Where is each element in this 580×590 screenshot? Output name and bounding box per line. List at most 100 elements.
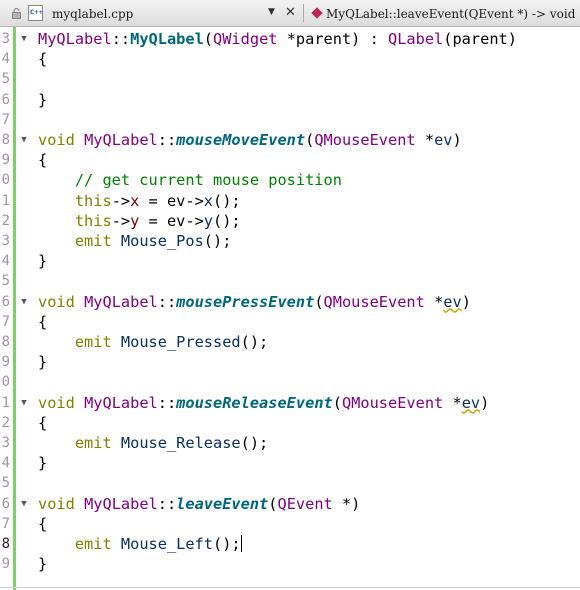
code-line: 4 } xyxy=(0,251,580,271)
code-line: 1 ▼ void MyQLabel::mouseReleaseEvent(QMo… xyxy=(0,393,580,413)
arrow-op: -> xyxy=(111,211,131,230)
code-text: emit Mouse_Pressed(); xyxy=(38,332,268,352)
brace: } xyxy=(38,90,48,109)
brace: { xyxy=(38,413,48,432)
call-end: (); xyxy=(213,535,241,553)
call-end: (); xyxy=(203,232,232,250)
code-line: 2 this->y = ev->y(); xyxy=(0,211,580,231)
paren-open: ( xyxy=(268,494,278,513)
keyword: emit xyxy=(74,535,112,553)
fold-arrow-icon[interactable]: ▼ xyxy=(20,393,28,413)
close-icon[interactable]: ✕ xyxy=(285,5,296,20)
scope-op: :: xyxy=(157,393,177,412)
class-name: MyQLabel xyxy=(84,292,158,311)
line-number: 0 xyxy=(1,172,10,189)
line-number: 9 xyxy=(1,556,10,573)
line-number: 7 xyxy=(1,313,10,330)
line-number: 8 xyxy=(1,334,10,350)
assign-expr: = ev-> xyxy=(139,191,204,210)
keyword: emit xyxy=(74,434,112,452)
keyword: this xyxy=(74,211,112,230)
code-line: 8 ▼ void MyQLabel::mouseMoveEvent(QMouse… xyxy=(0,130,580,150)
code-line: 5 xyxy=(0,69,580,89)
method-call: y xyxy=(203,211,214,230)
line-number: 5 xyxy=(1,273,10,290)
unused-param: ev xyxy=(461,393,481,412)
brace: } xyxy=(38,252,48,271)
line-number: 4 xyxy=(1,455,10,472)
signal-name: Mouse_Release xyxy=(120,434,241,452)
paren-open: ( xyxy=(203,30,214,48)
keyword: void xyxy=(38,292,75,311)
type-name: QLabel xyxy=(388,30,444,48)
line-number: 8 xyxy=(1,536,10,552)
type-name: QEvent xyxy=(277,494,333,513)
brace: { xyxy=(38,514,48,533)
line-number: 5 xyxy=(1,475,10,492)
cpp-file-icon: C++ xyxy=(28,5,43,21)
class-name: MyQLabel xyxy=(84,494,158,513)
scope-op: :: xyxy=(157,131,177,149)
code-line: 3 emit Mouse_Pos(); xyxy=(0,231,580,251)
file-icon-label: C++ xyxy=(30,9,43,16)
line-number: 6 xyxy=(1,495,10,512)
code-line: 0 // get current mouse position xyxy=(0,170,580,190)
call-end: (); xyxy=(213,211,241,230)
signal-name: Mouse_Pos xyxy=(120,232,204,250)
code-text: void MyQLabel::mouseMoveEvent(QMouseEven… xyxy=(38,130,462,150)
type-name: QMouseEvent xyxy=(314,131,416,149)
code-line: 5 xyxy=(0,473,580,493)
fold-arrow-icon[interactable]: ▼ xyxy=(20,130,28,150)
ptr-star: * xyxy=(443,393,462,412)
line-number: 3 xyxy=(1,233,10,249)
code-text: this->x = ev->x(); xyxy=(38,191,241,211)
class-name: MyQLabel xyxy=(84,131,158,149)
paren-open: ( xyxy=(305,131,315,149)
brace: { xyxy=(38,312,48,331)
fold-arrow-icon[interactable]: ▼ xyxy=(20,29,28,49)
code-line: 6 ▼ void MyQLabel::mousePressEvent(QMous… xyxy=(0,292,580,312)
lock-icon[interactable] xyxy=(12,8,21,19)
function-symbol-combo[interactable]: MyQLabel::leaveEvent(QEvent *) -> void xyxy=(326,7,575,21)
code-line: 5 xyxy=(0,271,580,291)
code-line: 0 xyxy=(0,372,580,392)
line-number: 0 xyxy=(1,374,10,391)
dropdown-arrow-icon[interactable]: ▼ xyxy=(268,7,275,17)
line-number: 7 xyxy=(1,111,10,128)
code-line: 6 ▼ void MyQLabel::leaveEvent(QEvent *) xyxy=(0,494,580,514)
scope-op: :: xyxy=(157,494,177,513)
line-number: 1 xyxy=(1,394,10,411)
line-number: 2 xyxy=(1,212,10,229)
line-number: 7 xyxy=(1,515,10,532)
line-number: 9 xyxy=(1,152,10,169)
code-text: void MyQLabel::mousePressEvent(QMouseEve… xyxy=(38,292,471,312)
code-text: void MyQLabel::mouseReleaseEvent(QMouseE… xyxy=(38,393,489,413)
toolbar-separator xyxy=(303,4,304,22)
file-name-combo[interactable]: myqlabel.cpp xyxy=(52,7,133,21)
code-line: 4 } xyxy=(0,453,580,473)
keyword: void xyxy=(38,393,75,412)
paren-close: ) xyxy=(480,393,490,412)
comment-text: // get current mouse position xyxy=(74,171,342,190)
call-end: (); xyxy=(240,434,269,452)
fold-arrow-icon[interactable]: ▼ xyxy=(20,494,28,514)
param-name: ev xyxy=(434,131,453,149)
paren-close: ) xyxy=(452,131,462,149)
ptr-star: *) xyxy=(332,494,361,513)
text-caret xyxy=(240,535,242,552)
code-line: 2 { xyxy=(0,413,580,433)
code-editor[interactable]: 3 ▼ MyQLabel::MyQLabel(QWidget *parent) … xyxy=(0,27,580,590)
fold-arrow-icon[interactable]: ▼ xyxy=(20,292,28,312)
type-name: QWidget xyxy=(213,30,278,48)
line-number: 8 xyxy=(1,132,10,148)
line-number: 6 xyxy=(1,293,10,310)
paren-open: ( xyxy=(332,393,342,412)
assign-expr: = ev-> xyxy=(139,211,204,230)
code-text: void MyQLabel::leaveEvent(QEvent *) xyxy=(38,494,360,514)
keyword: void xyxy=(38,131,75,149)
unused-param: ev xyxy=(443,292,462,311)
method-call: x xyxy=(203,191,214,210)
code-text: emit Mouse_Release(); xyxy=(38,433,268,453)
paren-close: ) xyxy=(461,292,471,311)
ctor-name: MyQLabel xyxy=(130,30,204,48)
